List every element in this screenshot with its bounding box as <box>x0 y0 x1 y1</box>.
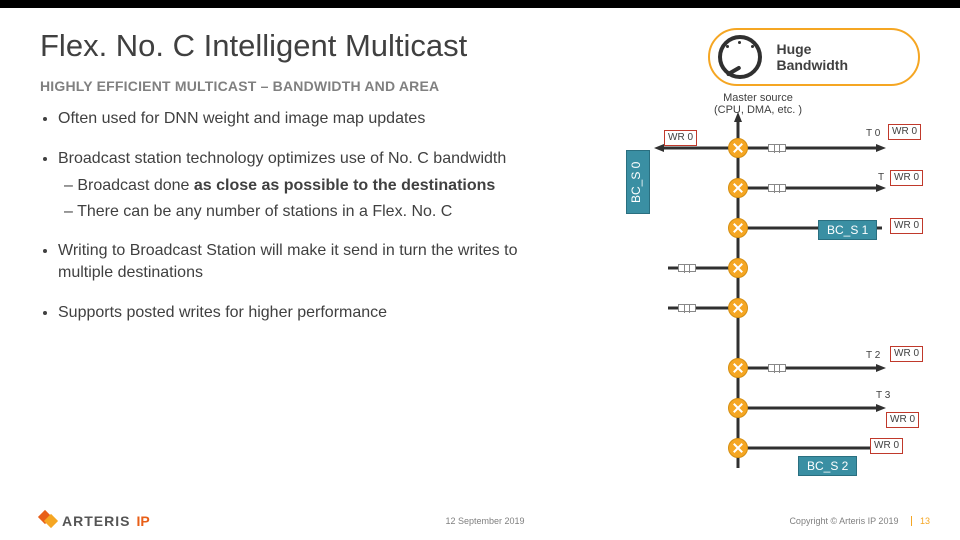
footer: ARTERISIP 12 September 2019 Copyright © … <box>40 512 930 530</box>
pipe-icon <box>768 144 786 152</box>
master-source-label: Master source (CPU, DMA, etc. ) <box>698 92 818 116</box>
t3-label: T 3 <box>876 390 890 401</box>
slide: Flex. No. C Intelligent Multicast HIGHLY… <box>0 0 960 540</box>
slide-title: Flex. No. C Intelligent Multicast <box>40 28 467 64</box>
pipe-icon <box>768 364 786 372</box>
wr0-box: WR 0 <box>888 124 921 140</box>
node-icon <box>728 398 748 418</box>
bullet-item: Supports posted writes for higher perfor… <box>58 302 570 324</box>
t1-label: T <box>878 172 884 183</box>
pipe-icon <box>678 304 696 312</box>
bullet-text: Often used for DNN weight and image map … <box>58 110 425 127</box>
wr0-box: WR 0 <box>886 412 919 428</box>
pipe-icon <box>678 264 696 272</box>
title-row: Flex. No. C Intelligent Multicast HIGHLY… <box>40 28 920 94</box>
wr0-box: WR 0 <box>870 438 903 454</box>
bc-s1-box: BC_S 1 <box>818 220 877 240</box>
bullet-text: Broadcast station technology optimizes u… <box>58 150 506 167</box>
slide-subtitle: HIGHLY EFFICIENT MULTICAST – BANDWIDTH A… <box>40 78 467 94</box>
badge-text: Huge Bandwidth <box>776 41 848 73</box>
node-icon <box>728 138 748 158</box>
bandwidth-badge: Huge Bandwidth <box>708 28 920 86</box>
badge-line2: Bandwidth <box>776 57 848 73</box>
bullet-item: Broadcast station technology optimizes u… <box>58 148 570 223</box>
sub-item: There can be any number of stations in a… <box>64 201 570 223</box>
t0-label: T 0 <box>866 128 880 139</box>
node-icon <box>728 178 748 198</box>
node-icon <box>728 258 748 278</box>
t2-label: T 2 <box>866 350 880 361</box>
title-block: Flex. No. C Intelligent Multicast HIGHLY… <box>40 28 467 94</box>
node-icon <box>728 358 748 378</box>
bc-s2-box: BC_S 2 <box>798 456 857 476</box>
node-icon <box>728 218 748 238</box>
sub-item: Broadcast done as close as possible to t… <box>64 175 570 197</box>
pipe-icon <box>768 184 786 192</box>
multicast-diagram: Master source (CPU, DMA, etc. ) WR 0 BC_… <box>618 98 938 498</box>
wr0-box: WR 0 <box>890 218 923 234</box>
node-icon <box>728 438 748 458</box>
bullet-list: Often used for DNN weight and image map … <box>40 108 570 341</box>
bullet-item: Often used for DNN weight and image map … <box>58 108 570 130</box>
wr0-box: WR 0 <box>890 346 923 362</box>
footer-date: 12 September 2019 <box>40 516 930 526</box>
badge-line1: Huge <box>776 41 811 57</box>
bc-s0-box: BC_S 0 <box>626 150 650 214</box>
sub-list: Broadcast done as close as possible to t… <box>64 175 570 222</box>
bullet-item: Writing to Broadcast Station will make i… <box>58 240 570 283</box>
wr0-box: WR 0 <box>890 170 923 186</box>
node-icon <box>728 298 748 318</box>
bullet-text: Supports posted writes for higher perfor… <box>58 304 387 321</box>
wr0-box: WR 0 <box>664 130 697 146</box>
gauge-icon <box>718 35 762 79</box>
bullet-text: Writing to Broadcast Station will make i… <box>58 242 517 281</box>
